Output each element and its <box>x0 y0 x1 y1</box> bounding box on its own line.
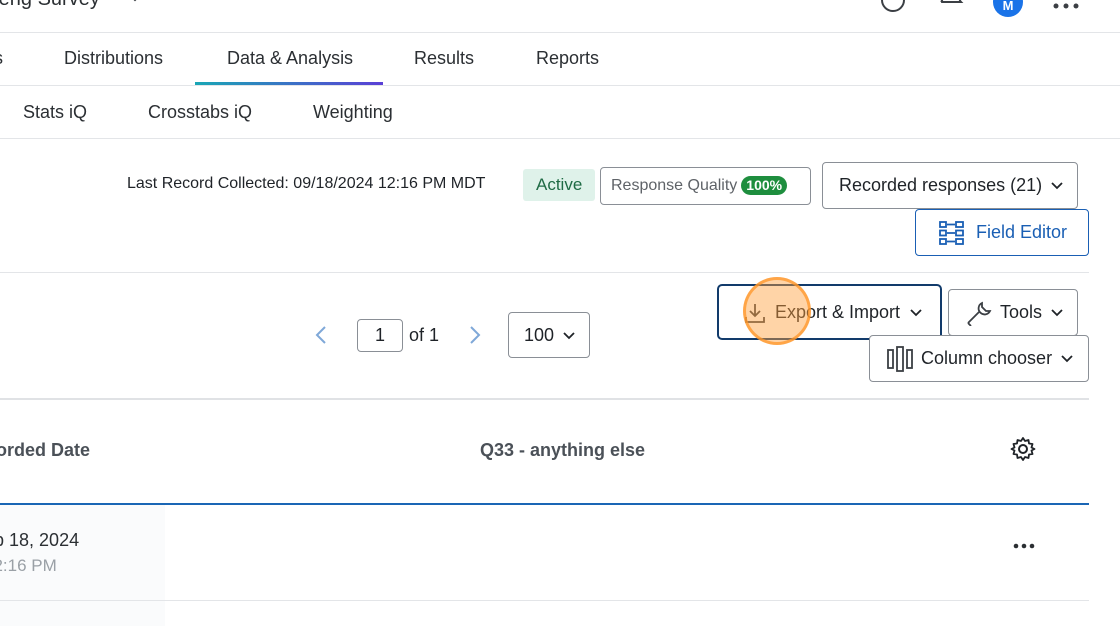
tools-button[interactable]: Tools <box>948 289 1078 336</box>
gear-icon[interactable] <box>1010 436 1036 462</box>
table-cell-time: 12:16 PM <box>0 556 57 575</box>
tab-data-analysis[interactable]: Data & Analysis <box>227 33 353 85</box>
subtab-crosstabs-iq[interactable]: Crosstabs iQ <box>148 86 252 138</box>
tab-results[interactable]: Results <box>414 33 474 85</box>
page-count-label: of 1 <box>409 325 440 345</box>
column-chooser-button[interactable]: Column chooser <box>869 335 1089 382</box>
subtab-weighting[interactable]: Weighting <box>313 86 393 138</box>
chevron-down-icon <box>909 306 923 320</box>
page-number-input[interactable]: 1 <box>357 319 403 352</box>
column-chooser-label: Column chooser <box>921 348 1053 368</box>
previous-page-icon[interactable] <box>313 325 329 345</box>
response-quality-label: Response Quality <box>611 177 738 194</box>
main-tabs: s Distributions Data & Analysis Results … <box>0 33 1120 86</box>
recorded-responses-label: Recorded responses (21) <box>839 175 1043 195</box>
section-divider <box>0 272 1089 273</box>
field-editor-button[interactable]: Field Editor <box>915 209 1089 256</box>
click-highlight <box>743 277 811 345</box>
table-cell-date: ep 18, 2024 <box>0 530 80 550</box>
field-editor-icon <box>939 221 965 245</box>
chevron-down-icon <box>562 329 576 343</box>
tab-surveys[interactable]: s <box>0 33 3 85</box>
subtab-stats-iq[interactable]: Stats iQ <box>23 86 87 138</box>
status-badge: Active <box>523 169 596 201</box>
sub-tabs: Stats iQ Crosstabs iQ Weighting <box>0 86 1120 139</box>
chevron-down-icon <box>1060 352 1074 366</box>
tab-distributions[interactable]: Distributions <box>64 33 163 85</box>
chevron-down-icon[interactable] <box>128 0 142 5</box>
recorded-responses-dropdown[interactable]: Recorded responses (21) <box>822 162 1078 209</box>
bell-icon[interactable] <box>937 0 965 14</box>
last-record-collected: Last Record Collected: 09/18/2024 12:16 … <box>127 175 486 192</box>
column-header-recorded-date[interactable]: corded Date <box>0 440 90 461</box>
table-row-divider <box>0 600 1089 601</box>
app-grid-icon[interactable] <box>1053 0 1079 12</box>
tools-label: Tools <box>1000 302 1043 322</box>
active-tab-indicator <box>195 82 383 85</box>
survey-title[interactable]: meng Survey <box>0 0 100 11</box>
next-page-icon[interactable] <box>467 325 483 345</box>
tab-reports[interactable]: Reports <box>536 33 599 85</box>
response-quality-badge: 100% <box>741 176 788 195</box>
page-size-dropdown[interactable]: 100 <box>508 312 590 358</box>
column-header-q33[interactable]: Q33 - anything else <box>480 440 645 461</box>
field-editor-label: Field Editor <box>976 222 1068 242</box>
wrench-icon <box>965 300 993 326</box>
chevron-down-icon <box>1050 306 1064 320</box>
page-size-value: 100 <box>524 325 555 345</box>
chevron-down-icon <box>1050 179 1064 193</box>
response-quality-button[interactable]: Response Quality 100% <box>600 167 811 205</box>
columns-icon <box>887 346 913 372</box>
table-top-divider <box>0 398 1089 400</box>
row-actions-icon[interactable] <box>1012 542 1036 562</box>
